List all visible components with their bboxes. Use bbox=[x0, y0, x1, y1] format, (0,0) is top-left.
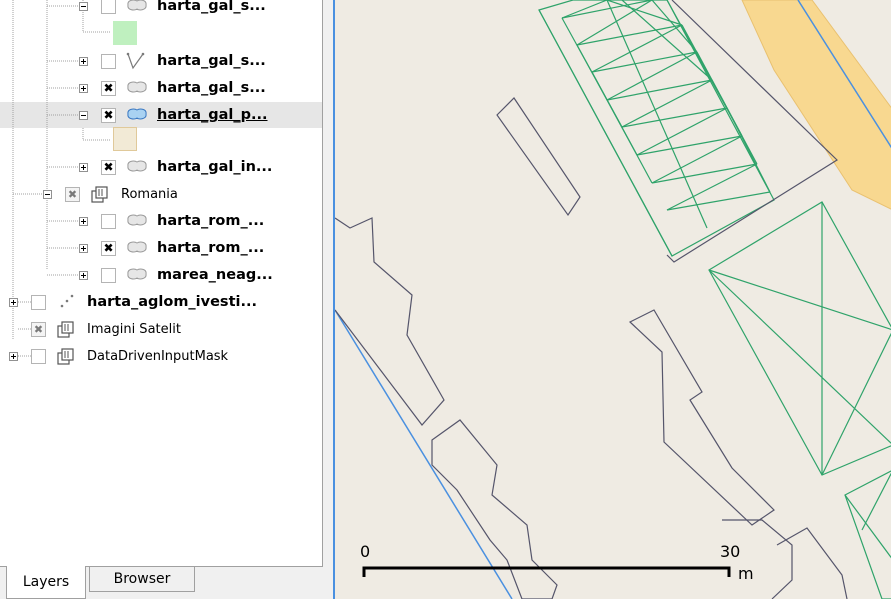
layer-row[interactable]: harta_gal_s... bbox=[79, 0, 266, 17]
expand-icon[interactable] bbox=[79, 270, 88, 280]
layer-visibility-checkbox[interactable] bbox=[101, 159, 116, 175]
layer-visibility-checkbox[interactable] bbox=[65, 186, 80, 202]
layer-label[interactable]: marea_neag... bbox=[157, 267, 273, 283]
layer-visibility-checkbox[interactable] bbox=[101, 0, 116, 14]
layer-label[interactable]: harta_rom_... bbox=[157, 213, 264, 229]
hatched-polygon-right bbox=[708, 201, 891, 476]
layer-row[interactable]: marea_neag... bbox=[79, 264, 273, 286]
layer-visibility-checkbox[interactable] bbox=[31, 348, 46, 364]
layer-label[interactable]: harta_rom_... bbox=[157, 240, 264, 256]
expand-icon[interactable] bbox=[79, 56, 88, 66]
layer-row[interactable]: harta_gal_in... bbox=[79, 156, 272, 178]
layer-label[interactable]: harta_aglom_ivesti... bbox=[87, 294, 257, 310]
expand-icon[interactable] bbox=[9, 351, 18, 361]
polygon-layer-icon-active bbox=[125, 106, 149, 124]
polygon-layer-icon bbox=[125, 266, 149, 284]
layer-label[interactable]: harta_gal_in... bbox=[157, 159, 272, 175]
scale-bar-end-label: 30 bbox=[720, 542, 741, 561]
collapse-icon[interactable] bbox=[79, 110, 88, 120]
layer-visibility-checkbox[interactable] bbox=[101, 53, 116, 69]
polygon-layer-icon bbox=[125, 158, 149, 176]
group-icon bbox=[89, 185, 113, 203]
layer-row[interactable]: harta_rom_... bbox=[79, 210, 264, 232]
collapse-icon[interactable] bbox=[79, 1, 88, 11]
layer-label[interactable]: harta_gal_s... bbox=[157, 0, 266, 14]
building-outlines bbox=[335, 0, 848, 599]
point-layer-icon bbox=[55, 293, 79, 311]
layer-visibility-checkbox[interactable] bbox=[31, 294, 46, 310]
layer-label[interactable]: harta_gal_p... bbox=[157, 107, 268, 123]
layer-label[interactable]: DataDrivenInputMask bbox=[87, 349, 228, 364]
layer-visibility-checkbox[interactable] bbox=[101, 267, 116, 283]
expand-icon[interactable] bbox=[79, 83, 88, 93]
tab-layers[interactable]: Layers bbox=[6, 566, 86, 599]
layer-visibility-checkbox[interactable] bbox=[101, 213, 116, 229]
layers-panel: harta_gal_s... harta_gal_s... harta_gal_s.… bbox=[0, 0, 327, 599]
group-icon bbox=[55, 320, 79, 338]
group-icon bbox=[55, 347, 79, 365]
legend-swatch-beige bbox=[113, 127, 137, 151]
layers-tree[interactable]: harta_gal_s... harta_gal_s... harta_gal_s.… bbox=[0, 0, 323, 567]
expand-icon[interactable] bbox=[79, 243, 88, 253]
layer-label[interactable]: Imagini Satelit bbox=[87, 322, 181, 337]
scale-bar bbox=[362, 566, 731, 577]
layer-row[interactable]: DataDrivenInputMask bbox=[9, 345, 228, 367]
expand-icon[interactable] bbox=[79, 162, 88, 172]
hatched-polygon-bottom-right bbox=[844, 470, 891, 599]
layer-row[interactable]: Romania bbox=[43, 183, 178, 205]
tab-browser[interactable]: Browser bbox=[89, 566, 195, 592]
layer-row[interactable]: harta_aglom_ivesti... bbox=[9, 291, 257, 313]
layer-label[interactable]: harta_gal_s... bbox=[157, 53, 266, 69]
layer-label[interactable]: Romania bbox=[121, 187, 178, 202]
layer-visibility-checkbox[interactable] bbox=[101, 80, 116, 96]
layer-row[interactable]: harta_gal_s... bbox=[79, 50, 266, 72]
hatched-polygon-top bbox=[538, 0, 775, 257]
layer-visibility-checkbox[interactable] bbox=[101, 240, 116, 256]
line-layer-icon bbox=[125, 52, 149, 70]
polygon-layer-icon bbox=[125, 212, 149, 230]
layer-row[interactable]: Imagini Satelit bbox=[9, 318, 181, 340]
scale-bar-start-label: 0 bbox=[360, 542, 371, 561]
map-canvas[interactable]: 0 30 m bbox=[333, 0, 891, 599]
polygon-layer-icon bbox=[125, 79, 149, 97]
expand-icon[interactable] bbox=[79, 216, 88, 226]
polygon-layer-icon bbox=[125, 239, 149, 257]
layer-visibility-checkbox[interactable] bbox=[101, 107, 116, 123]
legend-swatch-green bbox=[113, 21, 137, 45]
layer-visibility-checkbox[interactable] bbox=[31, 321, 46, 337]
panel-tab-bar: Layers Browser bbox=[0, 566, 327, 599]
polygon-layer-icon bbox=[125, 0, 149, 15]
expand-icon[interactable] bbox=[9, 297, 18, 307]
layer-row[interactable]: harta_gal_s... bbox=[79, 77, 266, 99]
layer-row[interactable]: harta_rom_... bbox=[79, 237, 264, 259]
collapse-icon[interactable] bbox=[43, 189, 52, 199]
scale-bar-unit-label: m bbox=[738, 564, 754, 583]
layer-label[interactable]: harta_gal_s... bbox=[157, 80, 266, 96]
layer-row[interactable]: harta_gal_p... bbox=[79, 104, 268, 126]
road-polygon bbox=[741, 0, 891, 210]
map-layers bbox=[335, 0, 891, 599]
